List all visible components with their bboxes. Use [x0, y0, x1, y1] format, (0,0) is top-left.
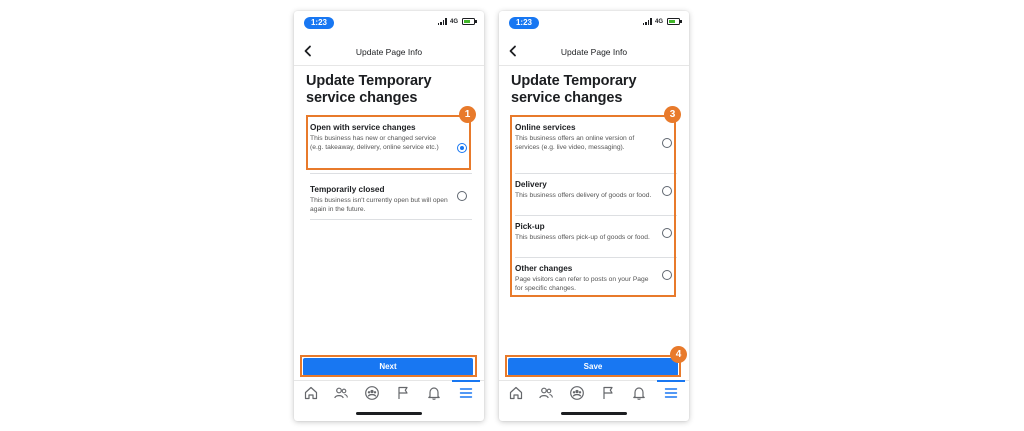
status-indicators: 4G: [437, 18, 477, 25]
nav-header: Update Page Info: [294, 38, 484, 66]
step-badge-1: 1: [459, 106, 476, 123]
home-indicator: [561, 412, 627, 415]
flag-icon[interactable]: [598, 383, 618, 403]
bottom-navigation: [294, 380, 484, 410]
home-icon[interactable]: [506, 383, 526, 403]
groups-icon[interactable]: [362, 383, 382, 403]
page-heading: Update Temporary service changes: [306, 73, 432, 106]
nav-header: Update Page Info: [499, 38, 689, 66]
highlight-step-4: [505, 355, 681, 377]
highlight-step-3: [510, 115, 676, 297]
friends-icon[interactable]: [536, 383, 556, 403]
highlight-step-1: [306, 115, 471, 170]
option-temporarily-closed[interactable]: Temporarily closed This business isn't c…: [310, 174, 472, 220]
status-bar: 1:23 4G: [499, 11, 689, 35]
home-icon[interactable]: [301, 383, 321, 403]
signal-icon: [642, 18, 652, 25]
battery-icon: [462, 18, 477, 25]
header-title: Update Page Info: [560, 47, 628, 57]
option-title: Temporarily closed: [310, 185, 385, 194]
menu-icon[interactable]: [452, 380, 480, 403]
flag-icon[interactable]: [393, 383, 413, 403]
step-badge-3: 3: [664, 106, 681, 123]
friends-icon[interactable]: [331, 383, 351, 403]
status-indicators: 4G: [642, 18, 682, 25]
status-bar: 1:23 4G: [294, 11, 484, 35]
option-description: This business isn't currently open but w…: [310, 197, 448, 214]
step-badge-4: 4: [670, 346, 687, 363]
battery-icon: [667, 18, 682, 25]
radio-temporarily-closed[interactable]: [457, 191, 467, 201]
network-type: 4G: [654, 18, 663, 25]
home-indicator: [356, 412, 422, 415]
bell-icon[interactable]: [424, 383, 444, 403]
status-time: 1:23: [304, 17, 334, 29]
header-title: Update Page Info: [355, 47, 423, 57]
groups-icon[interactable]: [567, 383, 587, 403]
menu-icon[interactable]: [657, 380, 685, 403]
page-heading: Update Temporary service changes: [511, 73, 637, 106]
status-time: 1:23: [509, 17, 539, 29]
highlight-step-2: [300, 355, 477, 377]
bell-icon[interactable]: [629, 383, 649, 403]
bottom-navigation: [499, 380, 689, 410]
network-type: 4G: [449, 18, 458, 25]
signal-icon: [437, 18, 447, 25]
